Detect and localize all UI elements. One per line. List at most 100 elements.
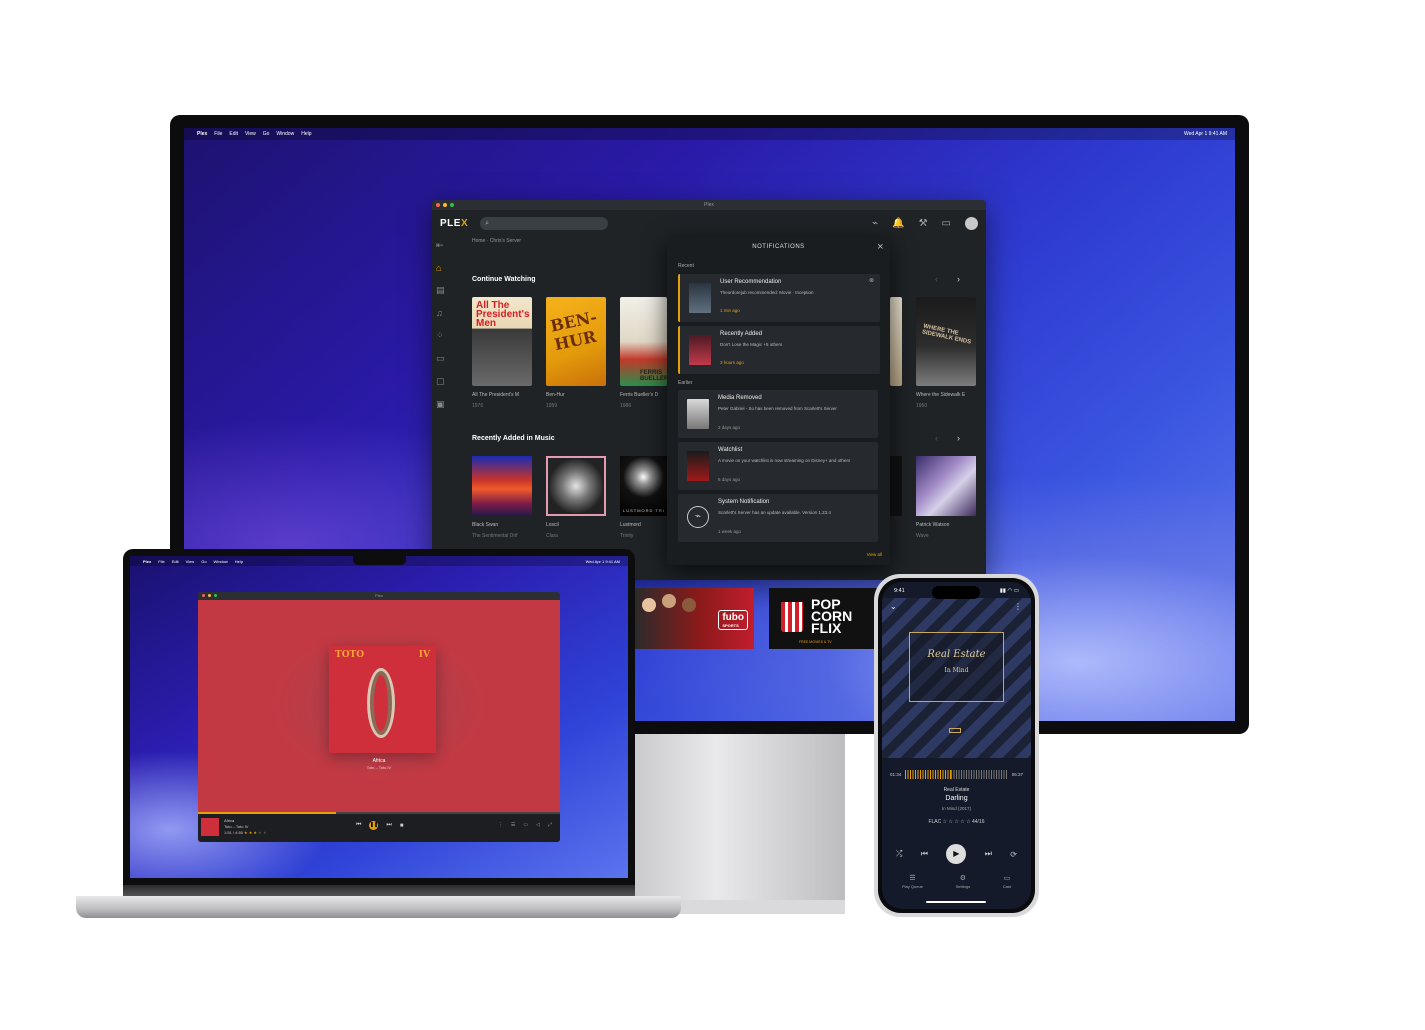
tab-play-queue[interactable]: ☰ Play Queue [902, 874, 923, 889]
menu-help[interactable]: Help [301, 131, 311, 137]
menu-help[interactable]: Help [235, 559, 243, 564]
continue-watching-title[interactable]: Continue Watching [472, 276, 536, 283]
close-window-button[interactable] [202, 594, 205, 597]
album-lustmord-trinity[interactable]: LUSTMORD TRI [620, 456, 667, 516]
laptop-notch [353, 556, 406, 565]
zoom-window-button[interactable] [214, 594, 217, 597]
next-track-icon[interactable]: ⏭ [985, 849, 992, 859]
track-artist-album[interactable]: Toto – Toto IV [198, 765, 560, 770]
next-arrow-icon[interactable]: › [957, 274, 960, 284]
album-partial[interactable] [890, 456, 902, 516]
search-input[interactable]: ⌕ [480, 216, 609, 230]
movies-icon[interactable]: ▤ [436, 285, 448, 296]
recently-added-music-title[interactable]: Recently Added in Music [472, 435, 555, 442]
album-patrick-watson-wave[interactable] [916, 456, 976, 516]
menu-view[interactable]: View [186, 559, 195, 564]
menu-view[interactable]: View [245, 131, 256, 137]
breadcrumb[interactable]: Home · Chris's Server [472, 238, 521, 244]
next-track-icon[interactable]: ⏭ [386, 822, 391, 829]
poster-partial[interactable] [890, 297, 902, 386]
notification-item[interactable]: ⌁ System Notification Scarlett's Server … [678, 494, 878, 542]
stop-icon[interactable]: ■ [400, 823, 404, 829]
tab-cast[interactable]: ▭ Cast [1003, 874, 1011, 889]
notification-item[interactable]: Media Removed Peter Gabriel - So has bee… [678, 390, 878, 438]
album-loscil-clara[interactable] [546, 456, 606, 516]
minimize-window-button[interactable] [208, 594, 211, 597]
notification-item[interactable]: Watchlist A movie on your watchlist is n… [678, 442, 878, 490]
dismiss-icon[interactable]: ⊗ [869, 277, 874, 284]
menubar-clock[interactable]: Wed Apr 1 9:41 AM [586, 559, 620, 564]
poster-where-the-sidewalk-ends[interactable]: WHERE THE SIDEWALK ENDS [916, 297, 976, 386]
home-icon[interactable]: ⌂ [436, 263, 448, 273]
poster-ferris-bueller[interactable]: FERRIS BUELLER [620, 297, 667, 386]
tab-settings[interactable]: ⚙ Settings [956, 874, 970, 889]
shuffle-icon[interactable]: ⤮ [896, 849, 902, 859]
tv-icon[interactable]: ▭ [436, 353, 448, 364]
photos-icon[interactable]: ⁘ [436, 330, 448, 341]
now-playing-thumbnail[interactable] [201, 818, 219, 836]
menu-go[interactable]: Go [201, 559, 206, 564]
cast-icon[interactable]: ▭ [523, 822, 528, 828]
menu-window[interactable]: Window [214, 559, 228, 564]
volume-icon[interactable]: ◁ [536, 822, 540, 828]
signal-battery-icons: ▮▮ ◠ ▭ [999, 588, 1019, 594]
menu-edit[interactable]: Edit [172, 559, 179, 564]
menubar-app-name[interactable]: Plex [143, 559, 151, 564]
play-button[interactable]: ▶ [946, 844, 967, 864]
popcornflix-banner[interactable]: POP CORN FLIX FREE MOVIES & TV [769, 588, 879, 649]
star-rating[interactable]: ☆ ☆ ☆ ☆ ☆ [943, 819, 971, 825]
sidebar-collapse-icon[interactable]: ⇤ [436, 240, 448, 251]
poster-all-the-presidents-men[interactable]: All The President's Men [472, 297, 532, 386]
waveform[interactable] [905, 770, 1008, 779]
menu-window[interactable]: Window [276, 131, 294, 137]
album-cover-real-estate[interactable]: Real Estate In Mind [909, 632, 1004, 702]
menu-go[interactable]: Go [263, 131, 270, 137]
close-icon[interactable]: × [877, 241, 884, 253]
album-badge [949, 728, 961, 733]
settings-wrench-icon[interactable]: ⚒ [919, 218, 928, 229]
activity-icon[interactable]: ⌁ [872, 218, 878, 229]
prev-arrow-icon[interactable]: ‹ [935, 274, 938, 284]
progress-bar[interactable] [198, 812, 560, 814]
monitor-icon[interactable]: ▣ [436, 399, 448, 410]
chevron-down-icon[interactable]: ⌄ [890, 602, 897, 611]
notification-item[interactable]: Recently Added Don't Lose the Magic +5 o… [678, 326, 880, 374]
next-arrow-icon[interactable]: › [957, 433, 960, 443]
previous-track-icon[interactable]: ⏮ [921, 849, 928, 859]
menu-edit[interactable]: Edit [229, 131, 238, 137]
artist-name[interactable]: Real Estate [882, 787, 1031, 793]
menubar-clock[interactable]: Wed Apr 1 9:41 AM [1184, 131, 1227, 137]
minimize-window-button[interactable] [443, 203, 447, 207]
menubar-app-name[interactable]: Plex [197, 131, 207, 137]
zoom-window-button[interactable] [450, 203, 454, 207]
album-art-toto-iv[interactable]: TOTO IV [329, 646, 436, 753]
album-black-swan[interactable] [472, 456, 532, 516]
album-name[interactable]: In Mind (2017) [882, 806, 1031, 811]
folder-icon[interactable]: ▢ [436, 376, 448, 387]
notification-item[interactable]: User Recommendation Theordorejub recomme… [678, 274, 880, 322]
window-titlebar[interactable]: Plex [432, 200, 986, 210]
fubo-sports-banner[interactable]: fubo SPORTS [634, 588, 754, 649]
window-titlebar[interactable]: Plex [198, 592, 560, 600]
fullscreen-icon[interactable]: ⤢ [548, 822, 552, 828]
lyrics-icon[interactable]: ⋮ [498, 822, 503, 828]
poster-caption: Ferris Bueller's D 1986 [620, 392, 659, 409]
queue-icon[interactable]: ☰ [511, 822, 515, 828]
plex-logo[interactable]: PLEX [440, 218, 468, 229]
scrubber[interactable]: 01:34 06:37 [890, 770, 1023, 779]
repeat-icon[interactable]: ⟳ [1010, 850, 1017, 859]
pause-button[interactable]: ❚❚ [369, 821, 379, 830]
view-all-link[interactable]: View all [867, 552, 882, 557]
prev-arrow-icon[interactable]: ‹ [935, 433, 938, 443]
music-icon[interactable]: ♫ [436, 308, 448, 318]
poster-ben-hur[interactable]: BEN-HUR [546, 297, 606, 386]
menu-file[interactable]: File [214, 131, 222, 137]
home-indicator[interactable] [926, 901, 986, 903]
menu-file[interactable]: File [158, 559, 164, 564]
previous-track-icon[interactable]: ⏮ [356, 822, 361, 829]
close-window-button[interactable] [436, 203, 440, 207]
notifications-bell-icon[interactable]: 🔔 [892, 218, 904, 229]
cast-icon[interactable]: ▭ [942, 218, 951, 229]
user-avatar[interactable] [965, 216, 978, 230]
more-options-icon[interactable]: ⋮ [1014, 602, 1022, 611]
